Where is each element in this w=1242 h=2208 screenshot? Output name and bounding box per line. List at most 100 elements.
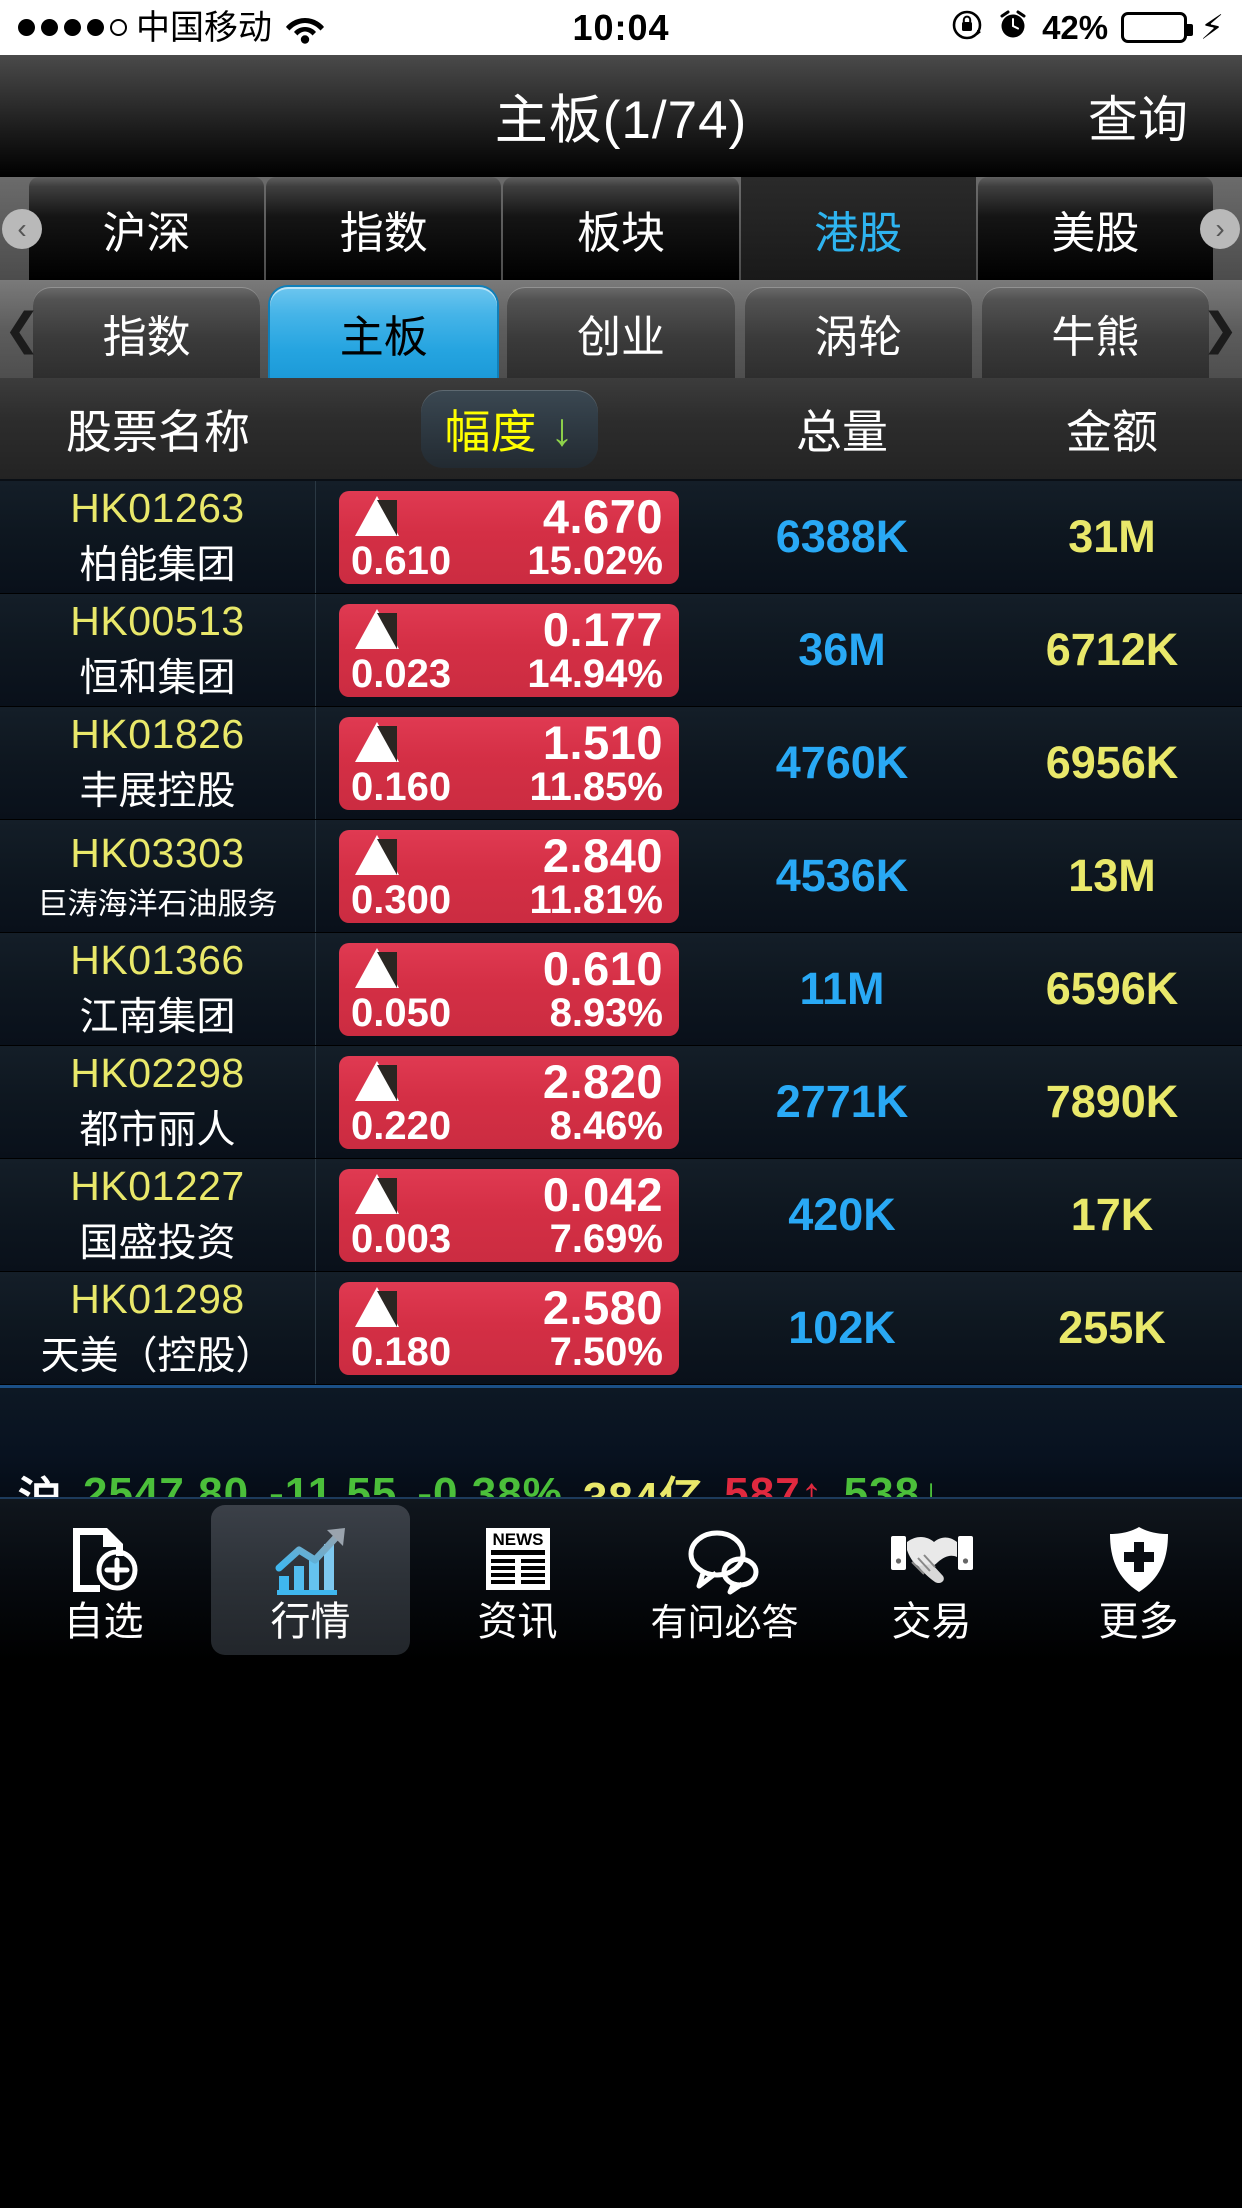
- stock-name: 都市丽人: [79, 1108, 236, 1152]
- cell-change[interactable]: 4.670 0.610 15.02%: [316, 481, 702, 593]
- change-top-line: 4.670: [351, 490, 663, 543]
- sub-tab-niuxiong[interactable]: 牛熊: [981, 287, 1210, 378]
- index-ticker-content: 沪 2547.80 -11.55 -0.38% 384亿 587↑ 538↓: [0, 1462, 1242, 1497]
- nav-item-quotes[interactable]: 行情: [211, 1505, 410, 1655]
- arrow-up-icon: [355, 609, 399, 649]
- alarm-clock-icon: [997, 9, 1029, 47]
- price-percent: 11.85%: [529, 764, 663, 809]
- lightning-bolt-icon: ⚡: [1200, 8, 1224, 47]
- cell-change[interactable]: 2.820 0.220 8.46%: [316, 1046, 702, 1158]
- sub-tabs-next-arrow[interactable]: ❯: [1200, 305, 1240, 354]
- table-row[interactable]: HK01298 天美（控股） 2.580 0.180 7.50% 102K 255K: [0, 1272, 1242, 1385]
- arrow-up-icon: [355, 948, 399, 988]
- stock-name: 国盛投资: [79, 1221, 236, 1265]
- nav-label-trade: 交易: [891, 1600, 972, 1644]
- nav-item-trade[interactable]: 交易: [832, 1505, 1031, 1655]
- cell-change[interactable]: 0.042 0.003 7.69%: [316, 1159, 702, 1271]
- stock-price: 2.840: [542, 828, 663, 882]
- change-bottom-line: 0.003 7.69%: [351, 1216, 663, 1261]
- column-header-volume[interactable]: 总量: [702, 396, 982, 462]
- cell-change[interactable]: 0.177 0.023 14.94%: [316, 594, 702, 706]
- table-row[interactable]: HK01227 国盛投资 0.042 0.003 7.69% 420K 17K: [0, 1159, 1242, 1272]
- sub-tab-chuangye[interactable]: 创业: [507, 287, 735, 378]
- table-row[interactable]: HK01263 柏能集团 4.670 0.610 15.02% 6388K 31M: [0, 481, 1242, 594]
- index-ticker-strip[interactable]: 沪 2547.80 -11.55 -0.38% 384亿 587↑ 538↓: [0, 1385, 1242, 1497]
- search-button[interactable]: 查询: [1088, 80, 1188, 152]
- market-tabs-next-arrow[interactable]: ›: [1200, 208, 1240, 249]
- price-percent: 7.50%: [549, 1329, 663, 1374]
- market-tab-zhishu[interactable]: 指数: [266, 177, 502, 280]
- nav-item-qa[interactable]: 有问必答: [625, 1505, 824, 1655]
- sort-label: 幅度: [444, 405, 537, 458]
- ticker-index-change: -11.55: [269, 1469, 398, 1497]
- cell-volume: 6388K: [775, 511, 909, 562]
- cell-stock-name[interactable]: HK01826 丰展控股: [0, 707, 316, 819]
- cell-amount: 255K: [1058, 1302, 1166, 1353]
- change-badge: 0.042 0.003 7.69%: [339, 1168, 679, 1262]
- cell-change[interactable]: 0.610 0.050 8.93%: [316, 933, 702, 1045]
- change-top-line: 2.580: [351, 1281, 663, 1334]
- stock-price: 0.610: [542, 941, 663, 995]
- market-tab-ganggu[interactable]: 港股: [740, 177, 976, 280]
- change-badge: 0.610 0.050 8.93%: [339, 941, 679, 1036]
- stock-name: 江南集团: [79, 995, 236, 1039]
- chart-trend-icon: [271, 1518, 351, 1596]
- market-tabs-prev-arrow[interactable]: ‹: [2, 208, 42, 249]
- price-delta: 0.610: [351, 538, 452, 583]
- market-tab-hushen[interactable]: 沪深: [29, 177, 265, 280]
- sort-descending-arrow-icon: ↓: [550, 402, 574, 455]
- cell-stock-name[interactable]: HK02298 都市丽人: [0, 1046, 316, 1158]
- cell-stock-name[interactable]: HK00513 恒和集团: [0, 594, 316, 706]
- nav-item-watchlist[interactable]: 自选: [4, 1505, 203, 1655]
- table-row[interactable]: HK01366 江南集团 0.610 0.050 8.93% 11M 6596K: [0, 933, 1242, 1046]
- cell-stock-name[interactable]: HK01298 天美（控股）: [0, 1272, 316, 1384]
- nav-item-news[interactable]: NEWS 资讯: [418, 1505, 617, 1655]
- ticker-index-pct: -0.38%: [417, 1469, 563, 1497]
- price-percent: 7.69%: [549, 1216, 663, 1261]
- nav-item-more[interactable]: 更多: [1039, 1505, 1238, 1655]
- ticker-turnover: 384亿: [583, 1462, 704, 1497]
- nav-label-more: 更多: [1098, 1600, 1179, 1644]
- cell-stock-name[interactable]: HK01263 柏能集团: [0, 481, 316, 593]
- stock-price: 2.820: [542, 1054, 663, 1108]
- sort-by-change-button[interactable]: 幅度 ↓: [420, 389, 598, 468]
- table-row[interactable]: HK02298 都市丽人 2.820 0.220 8.46% 2771K 7890K: [0, 1046, 1242, 1159]
- price-delta: 0.300: [351, 877, 452, 922]
- arrow-up-icon: [355, 835, 399, 875]
- market-tab-meigu[interactable]: 美股: [977, 177, 1214, 280]
- stock-code: HK01366: [70, 936, 245, 983]
- change-badge: 1.510 0.160 11.85%: [339, 716, 679, 810]
- cell-stock-name[interactable]: HK03303 巨涛海洋石油服务: [0, 820, 316, 932]
- signal-strength-icon: [18, 19, 127, 36]
- table-row[interactable]: HK01826 丰展控股 1.510 0.160 11.85% 4760K 6956K: [0, 707, 1242, 820]
- column-header-change-wrap: 幅度 ↓: [316, 389, 702, 468]
- cell-change[interactable]: 2.840 0.300 11.81%: [316, 820, 702, 932]
- cell-change[interactable]: 1.510 0.160 11.85%: [316, 707, 702, 819]
- change-top-line: 1.510: [351, 716, 663, 769]
- nav-label-news: 资讯: [477, 1600, 558, 1644]
- cell-change[interactable]: 2.580 0.180 7.50%: [316, 1272, 702, 1384]
- cell-volume: 4760K: [775, 737, 909, 788]
- cell-amount: 6712K: [1045, 624, 1179, 675]
- cell-volume: 4536K: [775, 850, 909, 901]
- stock-price: 0.177: [542, 602, 663, 656]
- arrow-up-icon: [355, 1287, 399, 1327]
- sub-tab-wolun[interactable]: 涡轮: [744, 287, 972, 378]
- sub-tab-zhuban[interactable]: 主板: [270, 287, 498, 378]
- market-tab-bankuai[interactable]: 板块: [503, 177, 739, 280]
- stock-code: HK00513: [70, 597, 245, 644]
- column-header-name[interactable]: 股票名称: [0, 396, 316, 462]
- change-badge: 2.820 0.220 8.46%: [339, 1054, 679, 1149]
- price-delta: 0.220: [351, 1103, 452, 1148]
- sub-tab-zhishu[interactable]: 指数: [33, 287, 261, 378]
- sub-tab-bar: ❮ 指数 主板 创业 涡轮 牛熊 ❯: [0, 280, 1242, 378]
- cell-volume: 2771K: [775, 1076, 909, 1127]
- sub-tabs-prev-arrow[interactable]: ❮: [2, 305, 42, 354]
- table-row[interactable]: HK00513 恒和集团 0.177 0.023 14.94% 36M 6712K: [0, 594, 1242, 707]
- market-tab-bar: ‹ 沪深 指数 板块 港股 美股 ›: [0, 177, 1242, 280]
- table-row[interactable]: HK03303 巨涛海洋石油服务 2.840 0.300 11.81% 4536K 13M: [0, 820, 1242, 933]
- cell-stock-name[interactable]: HK01227 国盛投资: [0, 1159, 316, 1271]
- cell-stock-name[interactable]: HK01366 江南集团: [0, 933, 316, 1045]
- change-bottom-line: 0.160 11.85%: [351, 764, 663, 809]
- column-header-amount[interactable]: 金额: [982, 396, 1242, 462]
